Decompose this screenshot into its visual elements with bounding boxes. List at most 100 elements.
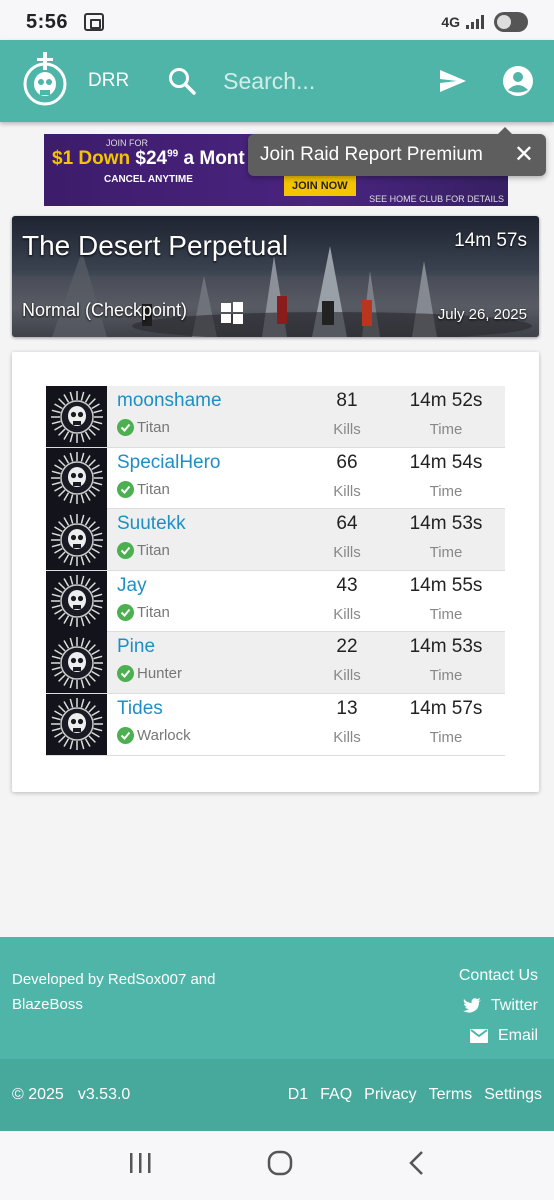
player-time-value: 14m 57s: [409, 697, 483, 719]
player-time-value: 14m 55s: [409, 574, 483, 596]
twitter-link[interactable]: Twitter: [459, 997, 538, 1015]
player-info: Jay Titan: [107, 571, 307, 632]
player-info: Suutekk Titan: [107, 509, 307, 570]
player-emblem[interactable]: [46, 693, 107, 755]
player-row[interactable]: SpecialHero Titan 66 Kills 14m 54s Time: [46, 447, 505, 510]
player-class: Hunter: [117, 665, 307, 683]
player-row[interactable]: Tides Warlock 13 Kills 14m 57s Time: [46, 693, 505, 756]
system-nav-bar: [0, 1131, 554, 1200]
player-time: 14m 55s Time: [387, 571, 505, 632]
time-label: Time: [429, 421, 463, 438]
player-name-link[interactable]: Suutekk: [117, 513, 307, 535]
kills-label: Kills: [333, 544, 361, 562]
ad-price-a: $1 Down: [52, 148, 131, 169]
player-class: Warlock: [117, 726, 307, 744]
player-kills-value: 22: [336, 636, 358, 658]
screenshot-icon: [84, 13, 105, 31]
status-time: 5:56: [26, 10, 69, 33]
player-row[interactable]: Pine Hunter 22 Kills 14m 53s Time: [46, 632, 505, 694]
recent-apps-icon[interactable]: [127, 1151, 153, 1180]
account-icon[interactable]: [502, 65, 534, 97]
check-icon: [117, 480, 134, 498]
player-time: 14m 54s Time: [387, 448, 505, 509]
player-name-link[interactable]: Pine: [117, 636, 307, 658]
ad-cancel: CANCEL ANYTIME: [104, 174, 193, 185]
player-time-value: 14m 52s: [409, 390, 483, 411]
player-kills: 22 Kills: [307, 632, 387, 693]
back-icon[interactable]: [407, 1150, 427, 1181]
check-icon: [117, 726, 134, 744]
footer-link-privacy[interactable]: Privacy: [364, 1086, 416, 1104]
windows-icon: [220, 301, 244, 325]
footer-link-terms[interactable]: Terms: [429, 1086, 473, 1104]
player-class-label: Titan: [137, 542, 170, 560]
check-icon: [117, 542, 134, 560]
player-emblem[interactable]: [46, 632, 107, 694]
search-input[interactable]: [223, 67, 414, 95]
player-emblem[interactable]: [46, 509, 107, 571]
time-label: Time: [429, 605, 463, 623]
app-bar: DRR: [0, 40, 554, 122]
players-list: moonshame Titan 81 Kills 14m 52s Time SpecialH…: [46, 386, 505, 756]
player-info: Tides Warlock: [107, 694, 307, 755]
send-icon[interactable]: [438, 66, 468, 96]
player-class: Titan: [117, 419, 307, 436]
raid-duration: 14m 57s: [454, 230, 527, 251]
player-kills: 81 Kills: [307, 386, 387, 447]
time-label: Time: [429, 667, 463, 685]
player-name-link[interactable]: Tides: [117, 698, 307, 720]
player-emblem[interactable]: [46, 386, 107, 447]
player-kills-value: 66: [336, 451, 358, 473]
player-kills-value: 13: [336, 697, 358, 719]
ad-price-sup: 99: [167, 148, 179, 160]
player-time: 14m 53s Time: [387, 509, 505, 570]
raid-mode: Normal (Checkpoint): [22, 300, 188, 320]
player-name-link[interactable]: Jay: [117, 575, 307, 597]
kills-label: Kills: [333, 421, 361, 438]
player-class-label: Titan: [137, 480, 170, 498]
kills-label: Kills: [333, 605, 361, 623]
home-icon[interactable]: [267, 1150, 293, 1181]
footer-link-d1[interactable]: D1: [288, 1086, 308, 1104]
player-name-link[interactable]: SpecialHero: [117, 452, 307, 474]
contact-section: Contact Us Twitter Email: [459, 967, 538, 1045]
email-link[interactable]: Email: [459, 1027, 538, 1045]
player-emblem[interactable]: [46, 447, 107, 509]
player-class-label: Hunter: [137, 665, 183, 683]
footer-link-settings[interactable]: Settings: [484, 1086, 542, 1104]
premium-tooltip[interactable]: Join Raid Report Premium ✕: [248, 127, 546, 176]
player-time-value: 14m 54s: [409, 451, 483, 473]
logo-skull-icon[interactable]: [20, 50, 70, 112]
player-class: Titan: [117, 603, 307, 621]
player-name-link[interactable]: moonshame: [117, 390, 307, 412]
developed-by: Developed by RedSox007 and BlazeBoss: [12, 971, 216, 1013]
search-icon[interactable]: [167, 66, 197, 96]
brand-name[interactable]: DRR: [88, 70, 129, 92]
player-info: moonshame Titan: [107, 386, 307, 447]
player-kills: 13 Kills: [307, 694, 387, 755]
player-class-label: Titan: [137, 419, 170, 436]
ad-join-for: JOIN FOR: [106, 138, 148, 148]
close-icon[interactable]: ✕: [514, 143, 534, 167]
player-time-value: 14m 53s: [409, 636, 483, 658]
player-kills: 66 Kills: [307, 448, 387, 509]
version: v3.53.0: [77, 1086, 131, 1103]
player-row[interactable]: Jay Titan 43 Kills 14m 55s Time: [46, 570, 505, 633]
player-row[interactable]: Suutekk Titan 64 Kills 14m 53s Time: [46, 509, 505, 571]
ad-price-b: $24: [135, 148, 168, 169]
raid-banner[interactable]: The Desert Perpetual 14m 57s Normal (Che…: [12, 216, 539, 337]
ad-join-now-button[interactable]: JOIN NOW: [284, 176, 356, 196]
contact-us-label: Contact Us: [458, 967, 538, 984]
battery-icon: [494, 12, 528, 32]
player-emblem[interactable]: [46, 570, 107, 632]
footer-link-faq[interactable]: FAQ: [320, 1086, 352, 1104]
player-time-value: 14m 53s: [409, 513, 483, 535]
player-class-label: Titan: [137, 603, 170, 621]
player-class: Titan: [117, 542, 307, 560]
time-label: Time: [429, 544, 463, 562]
player-row[interactable]: moonshame Titan 81 Kills 14m 52s Time: [46, 386, 505, 448]
raid-name: The Desert Perpetual: [22, 230, 289, 261]
player-class-label: Warlock: [137, 726, 191, 744]
kills-label: Kills: [333, 728, 361, 746]
ad-club: SEE HOME CLUB FOR DETAILS: [369, 194, 504, 204]
